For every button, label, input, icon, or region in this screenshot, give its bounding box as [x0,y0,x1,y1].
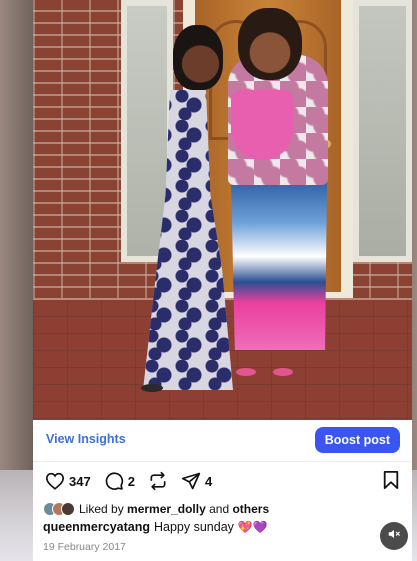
avatar[interactable] [61,502,75,516]
liked-by-prefix: Liked by [79,502,124,516]
caption-username[interactable]: queenmercyatang [43,520,150,534]
liked-by-row: Liked by mermer_dolly and others [43,502,269,516]
person-left-head [173,25,223,90]
post-footer: 347 2 4 Liked by mermer_dolly and others… [33,462,412,561]
view-insights-link[interactable]: View Insights [46,432,126,446]
comment-action[interactable]: 2 [104,471,135,491]
shoe [141,384,163,392]
liker-avatars [43,502,75,516]
likes-count: 347 [69,473,91,489]
comment-icon[interactable] [104,471,124,491]
repost-action[interactable] [148,471,168,491]
repost-icon[interactable] [148,471,168,491]
shoe [236,368,256,376]
shares-count: 4 [204,473,213,489]
comments-count: 2 [127,473,135,489]
caption-emoji: 💖💜 [237,520,268,534]
post-date: 19 February 2017 [43,541,126,553]
action-bar: 347 2 4 [45,470,225,492]
person-right-head [238,8,302,80]
heart-icon[interactable] [45,472,65,490]
caption-text: Happy sunday [153,520,234,534]
bookmark-icon[interactable] [382,470,400,495]
person-right-sleeve [231,90,293,160]
mute-button[interactable] [380,522,408,550]
liked-by-others-link[interactable]: others [232,502,269,516]
liked-by-user-link[interactable]: mermer_dolly [127,502,206,516]
caption-row: queenmercyatang Happy sunday 💖💜 [43,520,268,534]
shoe [273,368,293,376]
boost-post-button[interactable]: Boost post [314,427,400,453]
post-photo[interactable] [33,0,412,420]
window-right [353,0,412,262]
insights-bar: View Insights Boost post [33,420,412,462]
like-action[interactable]: 347 [45,472,91,490]
speaker-muted-icon [387,527,401,546]
liked-by-and: and [209,502,230,516]
share-action[interactable]: 4 [181,471,212,491]
person-right-skirt [231,180,327,350]
send-icon[interactable] [181,471,201,491]
